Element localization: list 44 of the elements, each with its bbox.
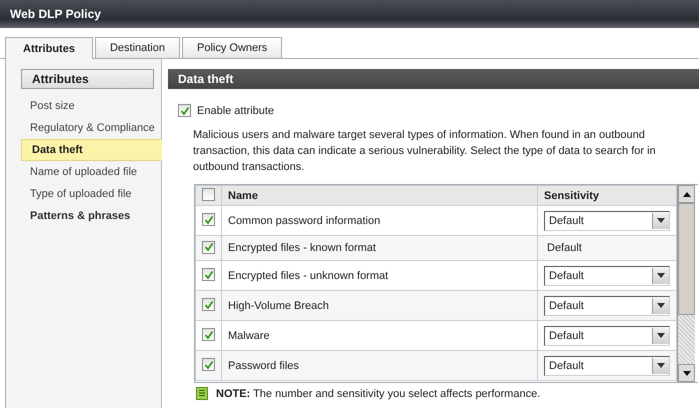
scroll-down-icon[interactable]: [682, 370, 690, 376]
checkbox[interactable]: [202, 213, 215, 226]
sidebar-item[interactable]: Type of uploaded file: [6, 183, 161, 205]
sidebar-item[interactable]: Post size: [6, 95, 161, 117]
checkbox[interactable]: [202, 240, 215, 254]
caret-icon: [657, 333, 665, 338]
sensitivity-dropdown[interactable]: Default: [544, 210, 670, 230]
sensitivity-dropdown[interactable]: Default: [544, 356, 670, 376]
caret-icon: [657, 273, 665, 278]
sidebar-item[interactable]: Patterns & phrases: [6, 205, 161, 227]
checkbox[interactable]: [202, 358, 215, 372]
scroll-up-icon[interactable]: [682, 192, 690, 196]
caret-icon: [657, 218, 665, 223]
sidebar-item[interactable]: Name of uploaded file: [6, 161, 161, 183]
checkbox[interactable]: [202, 328, 215, 342]
sidebar-item[interactable]: Data theft: [21, 139, 165, 161]
select-all-checkbox[interactable]: [202, 188, 215, 200]
caret-icon: [657, 363, 665, 368]
sensitivity-dropdown[interactable]: Default: [544, 266, 670, 286]
scroll-thumb[interactable]: [678, 203, 695, 315]
sensitivity-dropdown[interactable]: Default: [544, 326, 670, 346]
table-cell: Password files: [222, 350, 538, 380]
column-header: Name: [222, 186, 538, 206]
section-header: Data theft: [168, 69, 699, 89]
sensitivity-text: Default: [546, 242, 582, 254]
sidebar-header: Attributes: [21, 69, 154, 89]
sensitivity-dropdown[interactable]: Default: [544, 296, 670, 316]
column-header: Sensitivity: [538, 186, 676, 206]
checkbox[interactable]: [202, 268, 215, 282]
tab[interactable]: Attributes: [5, 37, 93, 60]
window-title: Web DLP Policy: [10, 7, 101, 21]
checkbox[interactable]: [178, 104, 191, 117]
note-text: NOTE: The number and sensitivity you select affects performance.: [216, 388, 540, 400]
tab[interactable]: Policy Owners: [182, 37, 282, 58]
tab[interactable]: Destination: [94, 37, 180, 58]
caret-icon: [657, 303, 665, 308]
table-cell: High-Volume Breach: [222, 290, 538, 320]
note-icon: [196, 387, 208, 400]
description-text: Malicious users and malware target several types of information. When found in an outbound transaction, this data can indicate a serious vulnerability. Select the type of data to search for in outbound transactions.: [193, 128, 657, 175]
checkbox[interactable]: [202, 298, 215, 312]
table-cell: Encrypted files - known format: [222, 236, 538, 260]
checkbox-label: Enable attribute: [197, 104, 274, 116]
scrollbar[interactable]: [677, 185, 695, 382]
sidebar-item[interactable]: Regulatory & Compliance: [6, 117, 161, 139]
